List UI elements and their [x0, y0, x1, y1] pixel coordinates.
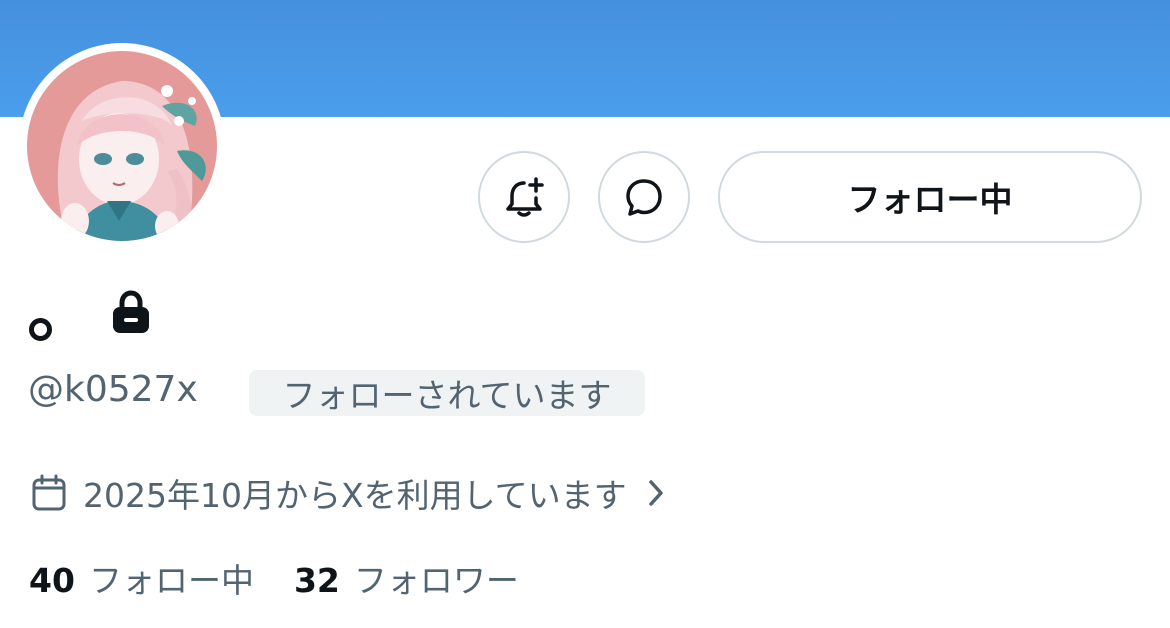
profile-stats: 40 フォロー中 32 フォロワー: [29, 555, 519, 601]
followers-label: フォロワー: [353, 561, 519, 600]
display-name: [29, 318, 52, 341]
bell-plus-icon: [506, 177, 544, 217]
avatar[interactable]: [27, 51, 217, 241]
followers-link[interactable]: 32 フォロワー: [294, 554, 519, 602]
message-button[interactable]: [598, 151, 690, 243]
followers-count: 32: [293, 561, 340, 600]
joined-date-text: 2025年10月からXを利用しています: [83, 476, 627, 515]
user-handle: @k0527x: [28, 369, 198, 410]
message-bubble-icon: [626, 179, 662, 216]
following-button[interactable]: フォロー中: [718, 151, 1142, 243]
joined-date-row[interactable]: 2025年10月からXを利用しています: [31, 470, 667, 516]
following-label: フォロー中: [88, 561, 254, 600]
lock-icon: [113, 290, 149, 333]
following-link[interactable]: 40 フォロー中: [29, 554, 254, 602]
avatar-frame: [19, 43, 225, 249]
notify-button[interactable]: [478, 151, 570, 243]
avatar-illustration: [27, 51, 217, 241]
chevron-right-icon: [648, 480, 663, 506]
calendar-icon: [32, 474, 66, 511]
following-count: 40: [29, 561, 75, 600]
follows-you-badge: フォローされています: [249, 370, 645, 416]
